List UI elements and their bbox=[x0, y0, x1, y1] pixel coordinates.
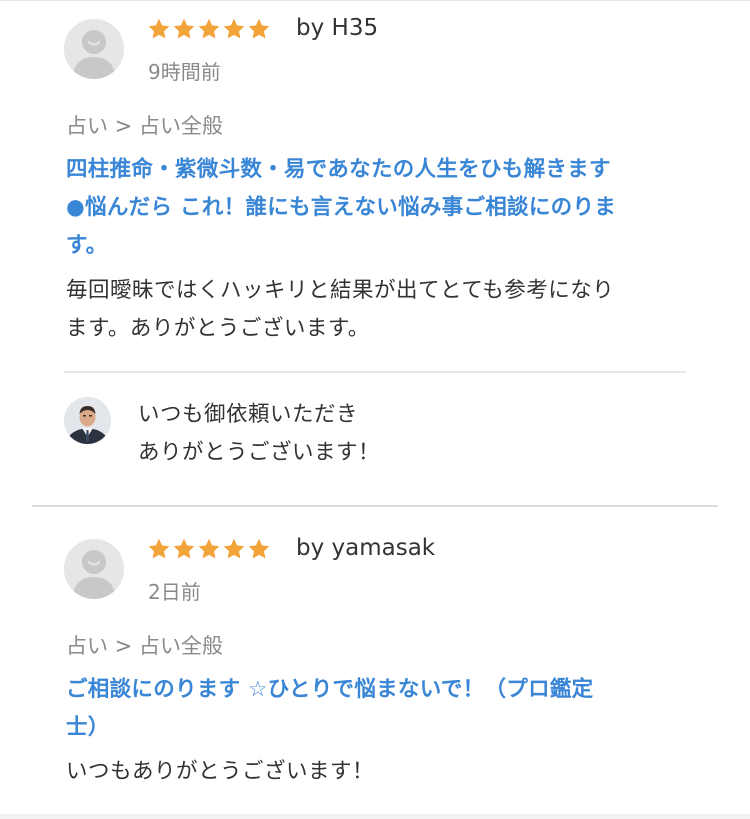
star-icon bbox=[248, 18, 270, 39]
star-icon bbox=[223, 538, 245, 559]
star-icon bbox=[223, 18, 245, 39]
review-text-line: 毎回曖昧ではくハッキリと結果が出てとても参考になり bbox=[66, 278, 615, 303]
service-title-line: す。 bbox=[66, 233, 108, 258]
top-divider bbox=[0, 0, 750, 1]
default-user-avatar-icon[interactable] bbox=[64, 19, 124, 79]
service-title-link[interactable]: 四柱推命・紫微斗数・易であなたの人生をひも解きます ●悩んだら これ！誰にも言え… bbox=[66, 151, 680, 265]
star-icon bbox=[148, 538, 170, 559]
star-icon bbox=[198, 538, 220, 559]
bottom-divider bbox=[0, 814, 750, 819]
seller-avatar[interactable] bbox=[64, 397, 111, 444]
reply-text-line: ありがとうございます！ bbox=[138, 440, 381, 465]
reviewer-name: by H35 bbox=[296, 15, 379, 41]
review-text: いつもありがとうございます！ bbox=[66, 753, 676, 791]
service-title-line: 四柱推命・紫微斗数・易であなたの人生をひも解きます bbox=[66, 157, 611, 182]
review-text-line: いつもありがとうございます！ bbox=[66, 759, 375, 784]
seller-reply-text: いつも御依頼いただき ありがとうございます！ bbox=[138, 396, 538, 472]
review-time: 9時間前 bbox=[148, 60, 221, 84]
review-text-line: ます。ありがとうございます。 bbox=[66, 316, 370, 341]
star-icon bbox=[248, 538, 270, 559]
rating-stars bbox=[147, 537, 271, 561]
star-icon bbox=[173, 538, 195, 559]
service-title-line: 士） bbox=[66, 715, 110, 740]
review-time: 2日前 bbox=[148, 580, 201, 604]
category-breadcrumb: 占い > 占い全般 bbox=[66, 634, 223, 658]
reply-divider bbox=[64, 371, 686, 373]
category-breadcrumb: 占い > 占い全般 bbox=[66, 114, 223, 138]
star-icon bbox=[198, 18, 220, 39]
service-title-line: ご相談にのります ☆ひとりで悩まないで！（プロ鑑定 bbox=[66, 677, 594, 702]
service-title-line: ●悩んだら これ！誰にも言えない悩み事ご相談にのりま bbox=[66, 195, 617, 220]
reviewer-name: by yamasak bbox=[296, 535, 436, 561]
review-text: 毎回曖昧ではくハッキリと結果が出てとても参考になり ます。ありがとうございます。 bbox=[66, 272, 676, 348]
section-divider bbox=[32, 505, 718, 507]
rating-stars bbox=[147, 17, 271, 41]
default-user-avatar-icon[interactable] bbox=[64, 539, 124, 599]
service-title-link[interactable]: ご相談にのります ☆ひとりで悩まないで！（プロ鑑定 士） bbox=[66, 671, 680, 747]
reply-text-line: いつも御依頼いただき bbox=[138, 402, 359, 427]
star-icon bbox=[173, 18, 195, 39]
star-icon bbox=[148, 18, 170, 39]
